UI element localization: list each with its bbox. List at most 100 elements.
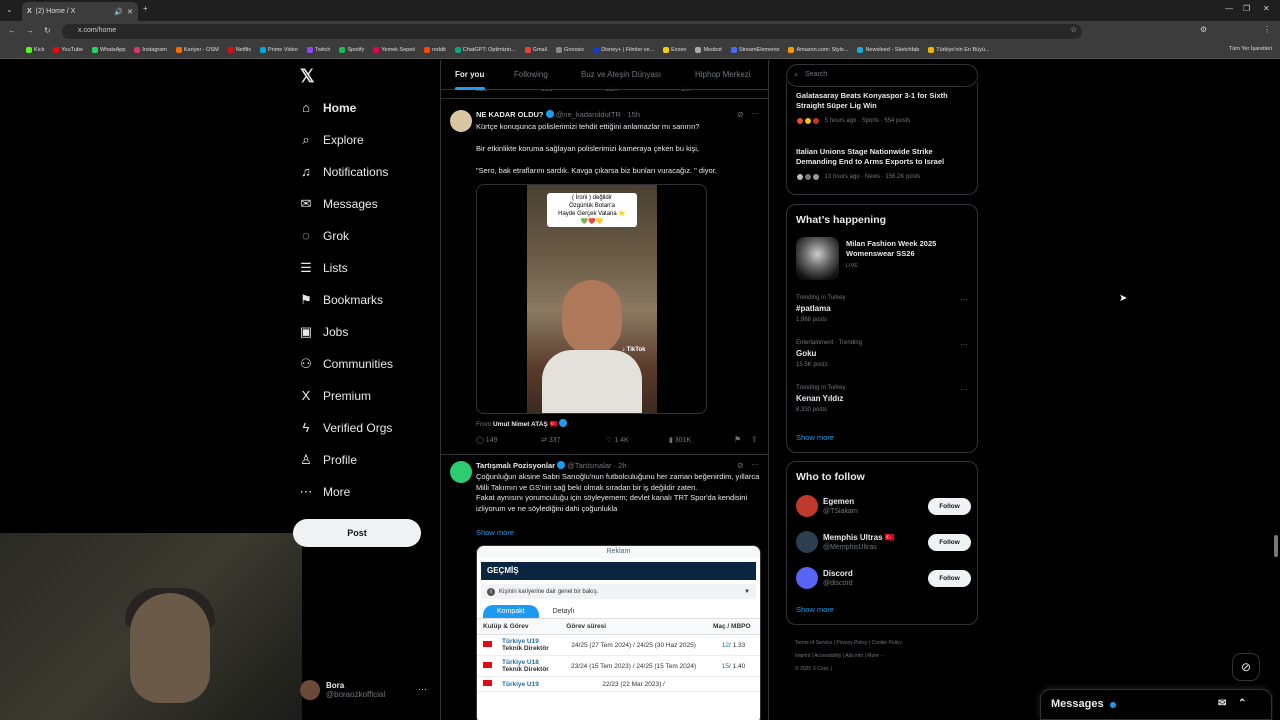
show-more-link[interactable]: Show more — [476, 528, 514, 537]
bookmark-item[interactable]: Netflix — [227, 47, 251, 53]
avatar[interactable] — [796, 495, 818, 517]
more-dots-icon[interactable]: ··· — [960, 385, 968, 394]
bookmark-item[interactable]: StreamElements — [730, 47, 779, 53]
footer-link[interactable]: Ads info — [845, 653, 863, 659]
show-more-link[interactable]: Show more — [796, 433, 834, 442]
scrollbar[interactable] — [1273, 60, 1280, 720]
bookmark-item[interactable]: Yemek Sepeti — [373, 47, 415, 53]
extensions-icon[interactable]: ⚙ — [1200, 25, 1207, 34]
repost-button[interactable]: ⇄ 337 — [541, 436, 561, 444]
avatar[interactable] — [796, 531, 818, 553]
close-window-icon[interactable]: ✕ — [1263, 4, 1270, 13]
like-button[interactable]: ♡ 1.4K — [606, 436, 629, 444]
nav-item-lists[interactable]: ☰ Lists — [298, 260, 348, 276]
club-name[interactable]: Türkiye U18 — [502, 659, 549, 666]
match-count[interactable]: 12 — [722, 642, 729, 649]
ad-card[interactable]: Reklam GEÇMİŞ i Kişinin kariyerine dair … — [476, 545, 761, 720]
avatar[interactable] — [450, 461, 472, 483]
maximize-icon[interactable]: ❐ — [1243, 4, 1250, 13]
x-logo-icon[interactable]: 𝕏 — [300, 66, 315, 87]
table-row[interactable]: Türkiye U18 Teknik Direktör 23/24 (15 Tem … — [477, 655, 760, 677]
club-name[interactable]: Türkiye U19 — [502, 638, 549, 645]
views-button[interactable]: ▮ 301K — [669, 436, 691, 444]
all-bookmarks[interactable]: Tüm Yer İşaretleri — [1229, 46, 1272, 52]
bookmark-item[interactable]: Gnoosic — [556, 47, 584, 53]
bookmark-item[interactable]: YouTube — [53, 47, 83, 53]
nav-item-more[interactable]: ⋯ More — [298, 484, 351, 500]
tab-following[interactable]: Following — [514, 70, 548, 79]
trend-item[interactable]: Trending in Turkey Kenan Yıldız 8,330 post… — [796, 385, 968, 413]
footer-link[interactable]: Accessibility — [814, 653, 841, 659]
grok-float-icon[interactable]: ⊘ — [1232, 653, 1260, 681]
match-count[interactable]: 15 — [722, 663, 729, 670]
card-subtitle-row[interactable]: i Kişinin kariyerine dair genel bir bakı… — [481, 584, 756, 599]
scrollbar-thumb[interactable] — [1274, 535, 1278, 557]
follow-name[interactable]: Discord — [823, 569, 853, 578]
follow-button[interactable]: Follow — [928, 534, 971, 551]
bookmark-star-icon[interactable]: ☆ — [1070, 25, 1077, 34]
bookmark-item[interactable]: Kariyer - OSM — [175, 47, 219, 53]
footer-link[interactable]: Imprint — [795, 653, 810, 659]
club-name[interactable]: Türkiye U19 — [502, 681, 539, 688]
grok-icon[interactable]: ⊘ — [737, 461, 744, 470]
forward-icon[interactable]: → — [26, 26, 34, 35]
footer-link[interactable]: Cookie Policy — [872, 640, 902, 646]
nav-item-jobs[interactable]: ▣ Jobs — [298, 324, 349, 340]
nav-item-explore[interactable]: ⌕ Explore — [298, 132, 363, 148]
follow-suggestion[interactable]: Discord @discord Follow — [796, 567, 971, 591]
from-author[interactable]: Umut Nimet ATAŞ 🇹🇷 — [493, 421, 558, 428]
expand-icon[interactable]: ⌃ — [1238, 698, 1246, 709]
table-row[interactable]: Türkiye U19 22/23 (22 Mar 2023) / — [477, 676, 760, 692]
more-dots-icon[interactable]: ··· — [960, 295, 968, 304]
nav-item-messages[interactable]: ✉ Messages — [298, 196, 378, 212]
account-switcher[interactable]: Bora @boraozkofficial ··· — [300, 680, 427, 700]
bookmark-item[interactable]: WhatsApp — [92, 47, 125, 53]
reply-button[interactable]: ◯ 149 — [476, 436, 497, 444]
bookmark-item[interactable]: Spotify — [339, 47, 364, 53]
tab-hiphop-merkezi[interactable]: Hiphop Merkezi — [695, 70, 751, 79]
bookmark-item[interactable]: Twitch — [306, 47, 330, 53]
avatar[interactable] — [450, 110, 472, 132]
speaker-icon[interactable]: 🔊 — [114, 8, 123, 16]
event-item[interactable]: Milan Fashion Week 2025 Womenswear SS26 … — [796, 237, 968, 280]
bookmark-item[interactable]: Newsfeed - Sketchfab — [857, 47, 919, 53]
chevron-down-icon[interactable]: ▼ — [744, 589, 750, 595]
reload-icon[interactable]: ↻ — [44, 26, 51, 35]
bookmark-item[interactable]: ChatGPT: Optimizin... — [454, 47, 516, 53]
more-dots-icon[interactable]: ··· — [960, 340, 968, 349]
bookmark-item[interactable]: Türkiye'nin En Büyü... — [928, 47, 990, 53]
bookmark-item[interactable]: Moobot — [695, 47, 722, 53]
bookmark-item[interactable]: Kick — [26, 47, 44, 53]
more-dots-icon[interactable]: ··· — [751, 460, 759, 469]
follow-name[interactable]: Memphis Ultras 🇹🇷 — [823, 533, 895, 542]
video-frame[interactable]: ( İroni ) değildir Özgürlük Botan'a Hayde … — [527, 185, 657, 413]
nav-item-home[interactable]: ⌂ Home — [298, 100, 356, 115]
tab-buz-ve-atesin-dunyasi[interactable]: Buz ve Ateşin Dünyası — [581, 70, 661, 79]
nav-item-communities[interactable]: ⚇ Communities — [298, 356, 393, 372]
nav-item-bookmarks[interactable]: ⚑ Bookmarks — [298, 292, 383, 308]
footer-link[interactable]: Privacy Policy — [836, 640, 867, 646]
bookmark-item[interactable]: Instagram — [134, 47, 167, 53]
news-item[interactable]: Italian Unions Stage Nationwide Strike D… — [796, 147, 968, 181]
more-dots-icon[interactable]: ··· — [751, 109, 759, 118]
tab-for-you[interactable]: For you — [455, 70, 484, 79]
tweet-handle[interactable]: @ne_kadaroldutTR · 15h — [556, 110, 640, 119]
pill-detailed[interactable]: Detaylı — [539, 605, 589, 618]
footer-link[interactable]: More ··· — [867, 653, 885, 659]
footer-link[interactable]: Terms of Service — [795, 640, 832, 646]
follow-suggestion[interactable]: Memphis Ultras 🇹🇷 @MemphisUltras Follow — [796, 531, 971, 555]
close-tab-icon[interactable]: ✕ — [127, 8, 133, 16]
nav-item-profile[interactable]: ♙ Profile — [298, 452, 357, 468]
bookmark-item[interactable]: Prime Video — [259, 47, 298, 53]
avatar[interactable] — [796, 567, 818, 589]
tweet-author[interactable]: NE KADAR OLDU? — [476, 110, 544, 119]
news-item[interactable]: Galatasaray Beats Konyaspor 3-1 for Sixt… — [796, 91, 968, 125]
share-icon[interactable]: ⇪ — [751, 435, 758, 444]
nav-item-premium[interactable]: X Premium — [298, 388, 371, 403]
trend-item[interactable]: Entertainment · Trending Goku 15.5K posts ·… — [796, 340, 968, 368]
table-row[interactable]: Türkiye U19 Teknik Direktör 24/25 (27 Tem … — [477, 634, 760, 656]
bookmark-item[interactable]: Gmail — [524, 47, 547, 53]
bookmark-item[interactable]: Disney+ | Filmler ve... — [593, 47, 654, 53]
messages-drawer[interactable]: Messages ✉ ⌃ — [1040, 689, 1272, 720]
url-field[interactable]: x.com/home — [62, 24, 1082, 39]
